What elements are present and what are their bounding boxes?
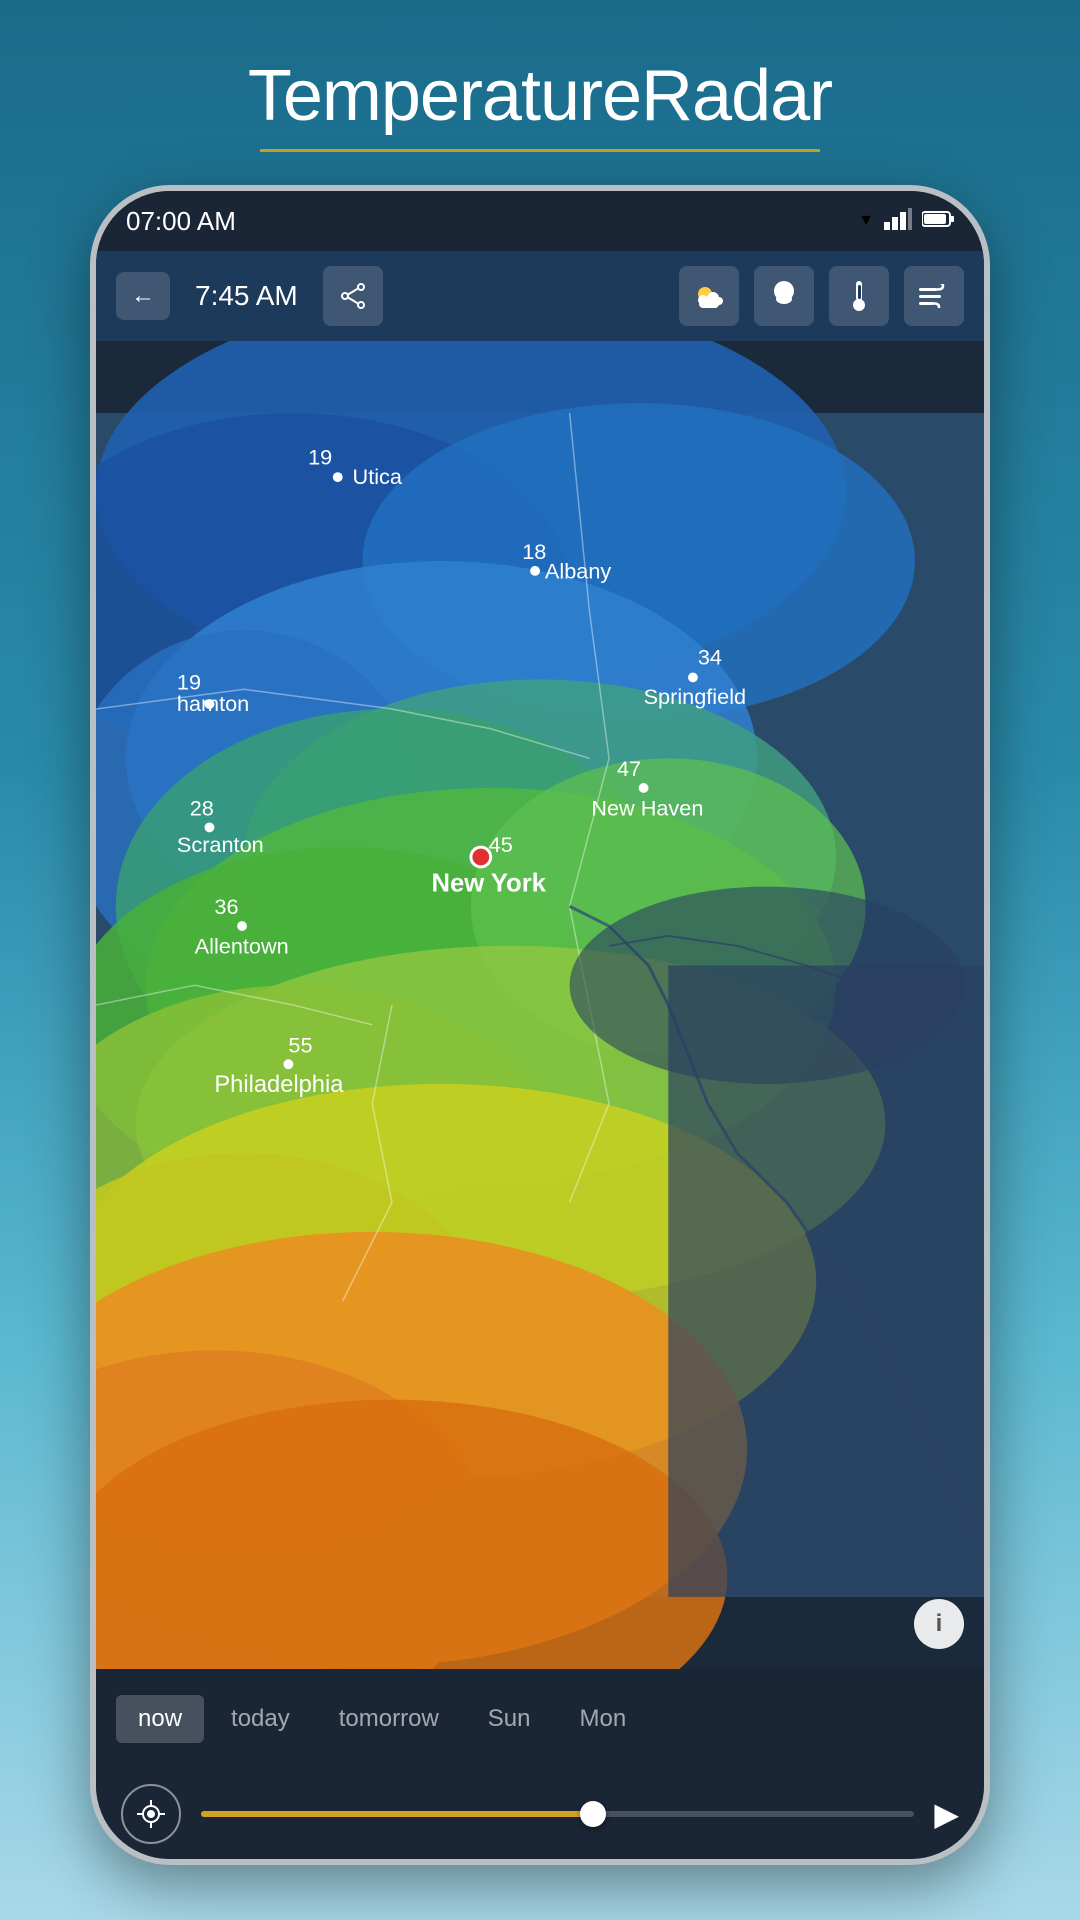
tab-today[interactable]: today	[209, 1695, 312, 1743]
phone-frame: 07:00 AM ▼ ← 7:45 AM	[90, 185, 990, 1865]
app-title-section: TemperatureRadar	[0, 0, 1080, 172]
svg-text:45: 45	[489, 832, 513, 857]
svg-text:28: 28	[190, 796, 214, 821]
map-area[interactable]: Utica 19 Albany 18 Springfield 34 hamton…	[96, 341, 984, 1669]
tab-tomorrow[interactable]: tomorrow	[317, 1695, 461, 1743]
tab-now[interactable]: now	[116, 1695, 204, 1743]
svg-text:Allentown: Allentown	[195, 934, 289, 959]
tab-bar: now today tomorrow Sun Mon	[96, 1669, 984, 1769]
svg-text:Philadelphia: Philadelphia	[214, 1072, 344, 1098]
svg-text:New York: New York	[431, 870, 546, 898]
status-time: 07:00 AM	[126, 206, 236, 237]
svg-text:Utica: Utica	[353, 464, 403, 489]
svg-text:hamton: hamton	[177, 691, 249, 716]
app-title: TemperatureRadar	[0, 55, 1080, 137]
wind-button[interactable]	[904, 266, 964, 326]
svg-text:Scranton: Scranton	[177, 832, 264, 857]
back-button[interactable]: ←	[116, 272, 170, 320]
svg-text:19: 19	[177, 669, 201, 694]
share-button[interactable]	[323, 266, 383, 326]
svg-text:55: 55	[288, 1032, 312, 1057]
signal-icon	[884, 208, 912, 235]
info-button[interactable]: i	[914, 1599, 964, 1649]
play-button[interactable]: ▶	[934, 1795, 959, 1833]
weather-icon-button[interactable]	[679, 266, 739, 326]
app-toolbar: ← 7:45 AM	[96, 251, 984, 341]
timeline-thumb[interactable]	[580, 1801, 606, 1827]
svg-text:19: 19	[308, 444, 332, 469]
svg-text:New Haven: New Haven	[591, 796, 703, 821]
wifi-icon: ▼	[858, 212, 874, 230]
tab-sun[interactable]: Sun	[466, 1695, 553, 1743]
svg-text:34: 34	[698, 645, 722, 670]
tab-mon[interactable]: Mon	[557, 1695, 648, 1743]
svg-text:18: 18	[522, 539, 546, 564]
svg-text:Albany: Albany	[545, 559, 611, 584]
timeline-fill	[201, 1811, 593, 1817]
svg-text:36: 36	[214, 894, 238, 919]
toolbar-time: 7:45 AM	[185, 280, 308, 312]
title-underline	[260, 149, 820, 152]
temperature-button[interactable]	[829, 266, 889, 326]
svg-text:47: 47	[617, 756, 641, 781]
svg-text:Springfield: Springfield	[644, 684, 746, 709]
location-button[interactable]	[121, 1784, 181, 1844]
battery-icon	[922, 210, 954, 233]
status-bar: 07:00 AM ▼	[96, 191, 984, 251]
temperature-map: Utica 19 Albany 18 Springfield 34 hamton…	[96, 341, 984, 1669]
timeline-track[interactable]	[201, 1811, 914, 1817]
precipitation-button[interactable]	[754, 266, 814, 326]
status-icons: ▼	[858, 208, 954, 235]
bottom-controls: ▶	[96, 1769, 984, 1859]
